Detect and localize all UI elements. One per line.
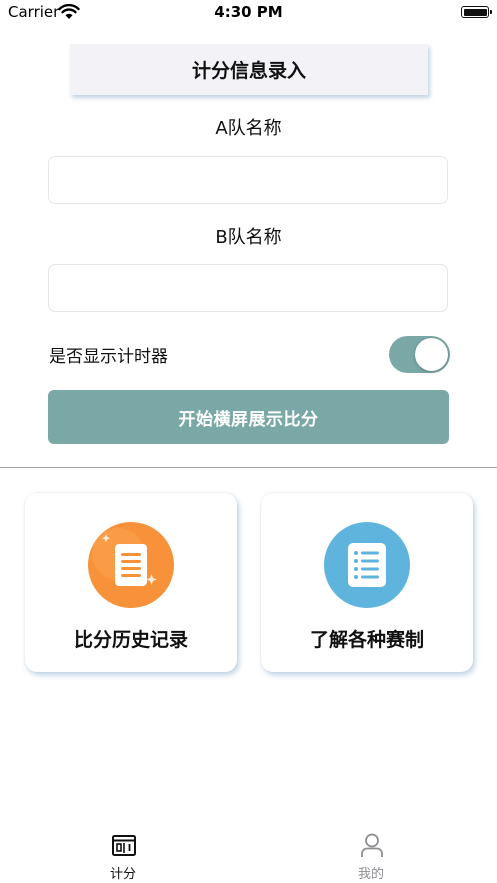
start-landscape-button[interactable]: 开始横屏展示比分 (48, 390, 449, 444)
team-a-label: A队名称 (215, 118, 282, 139)
timer-toggle-label: 是否显示计时器 (49, 347, 168, 367)
page-title: 计分信息录入 (70, 44, 428, 95)
document-icon (88, 522, 174, 608)
status-time: 4:30 PM (214, 3, 283, 21)
toggle-knob (415, 338, 448, 371)
team-b-input[interactable] (48, 264, 448, 312)
tab-profile[interactable]: 我的 (331, 828, 411, 883)
team-a-input[interactable] (48, 156, 448, 204)
team-b-label: B队名称 (215, 227, 282, 248)
list-icon (324, 522, 410, 608)
rules-card[interactable]: 了解各种赛制 (261, 493, 473, 672)
score-history-card[interactable]: 比分历史记录 (25, 493, 237, 672)
scoreboard-icon (112, 835, 136, 856)
tab-score-label: 计分 (109, 867, 136, 882)
person-icon (361, 833, 383, 857)
rules-label: 了解各种赛制 (309, 629, 424, 651)
timer-toggle[interactable] (389, 336, 450, 373)
battery-icon (461, 6, 492, 18)
tab-score[interactable]: 计分 (83, 828, 163, 883)
score-history-label: 比分历史记录 (73, 629, 188, 651)
tab-profile-label: 我的 (357, 867, 384, 882)
divider (0, 467, 497, 468)
